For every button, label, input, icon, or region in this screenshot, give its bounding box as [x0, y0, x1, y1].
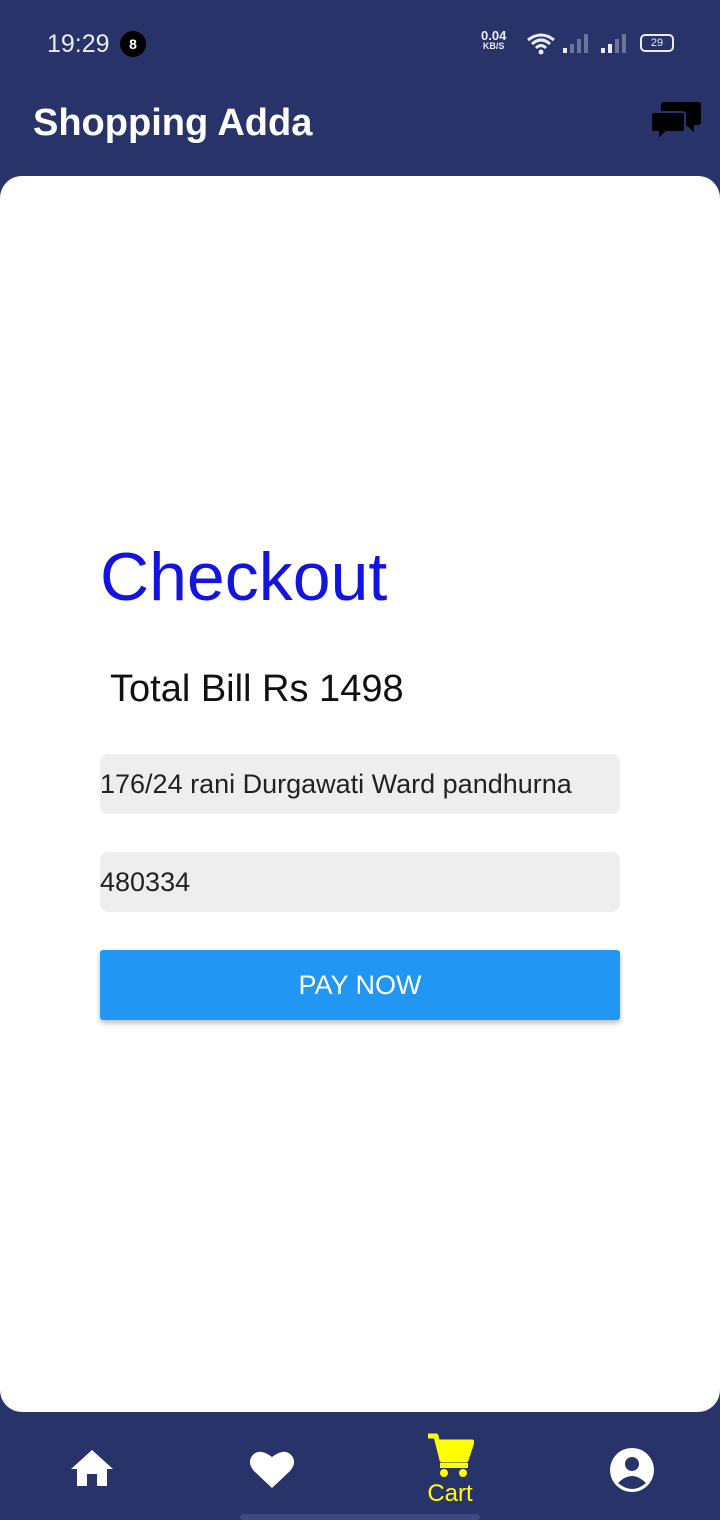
signal-icon-2: [600, 32, 628, 59]
nav-cart-label: Cart: [427, 1480, 473, 1507]
home-icon: [71, 1450, 113, 1486]
nav-profile[interactable]: [572, 1412, 692, 1520]
nav-cart[interactable]: Cart: [390, 1412, 510, 1520]
total-bill: Total Bill Rs 1498: [110, 668, 404, 710]
address-field[interactable]: 176/24 rani Durgawati Ward pandhurna: [100, 754, 620, 814]
status-bar: 19:29 8 0.04 KB/S 29: [0, 0, 720, 86]
checkout-panel: Checkout Total Bill Rs 1498 176/24 rani …: [0, 176, 720, 1412]
home-indicator: [240, 1514, 480, 1520]
account-icon: [610, 1448, 654, 1492]
battery-icon: 29: [640, 34, 674, 52]
notification-badge: 8: [120, 31, 146, 57]
network-speed: 0.04 KB/S: [481, 29, 506, 52]
wifi-icon: [526, 32, 556, 61]
nav-favorites[interactable]: [212, 1412, 332, 1520]
pay-now-button[interactable]: PAY NOW: [100, 950, 620, 1020]
app-bar: Shopping Adda: [0, 86, 720, 176]
checkout-title: Checkout: [100, 539, 388, 615]
cart-icon: [428, 1433, 474, 1477]
signal-icon: [562, 32, 590, 59]
pincode-field[interactable]: 480334: [100, 852, 620, 912]
bottom-nav: Cart: [0, 1412, 720, 1520]
nav-home[interactable]: [32, 1412, 152, 1520]
chat-bubbles-icon[interactable]: [650, 98, 702, 147]
network-speed-unit: KB/S: [482, 41, 505, 51]
heart-icon: [249, 1451, 295, 1488]
app-title: Shopping Adda: [33, 102, 313, 144]
status-time: 19:29: [47, 30, 110, 58]
